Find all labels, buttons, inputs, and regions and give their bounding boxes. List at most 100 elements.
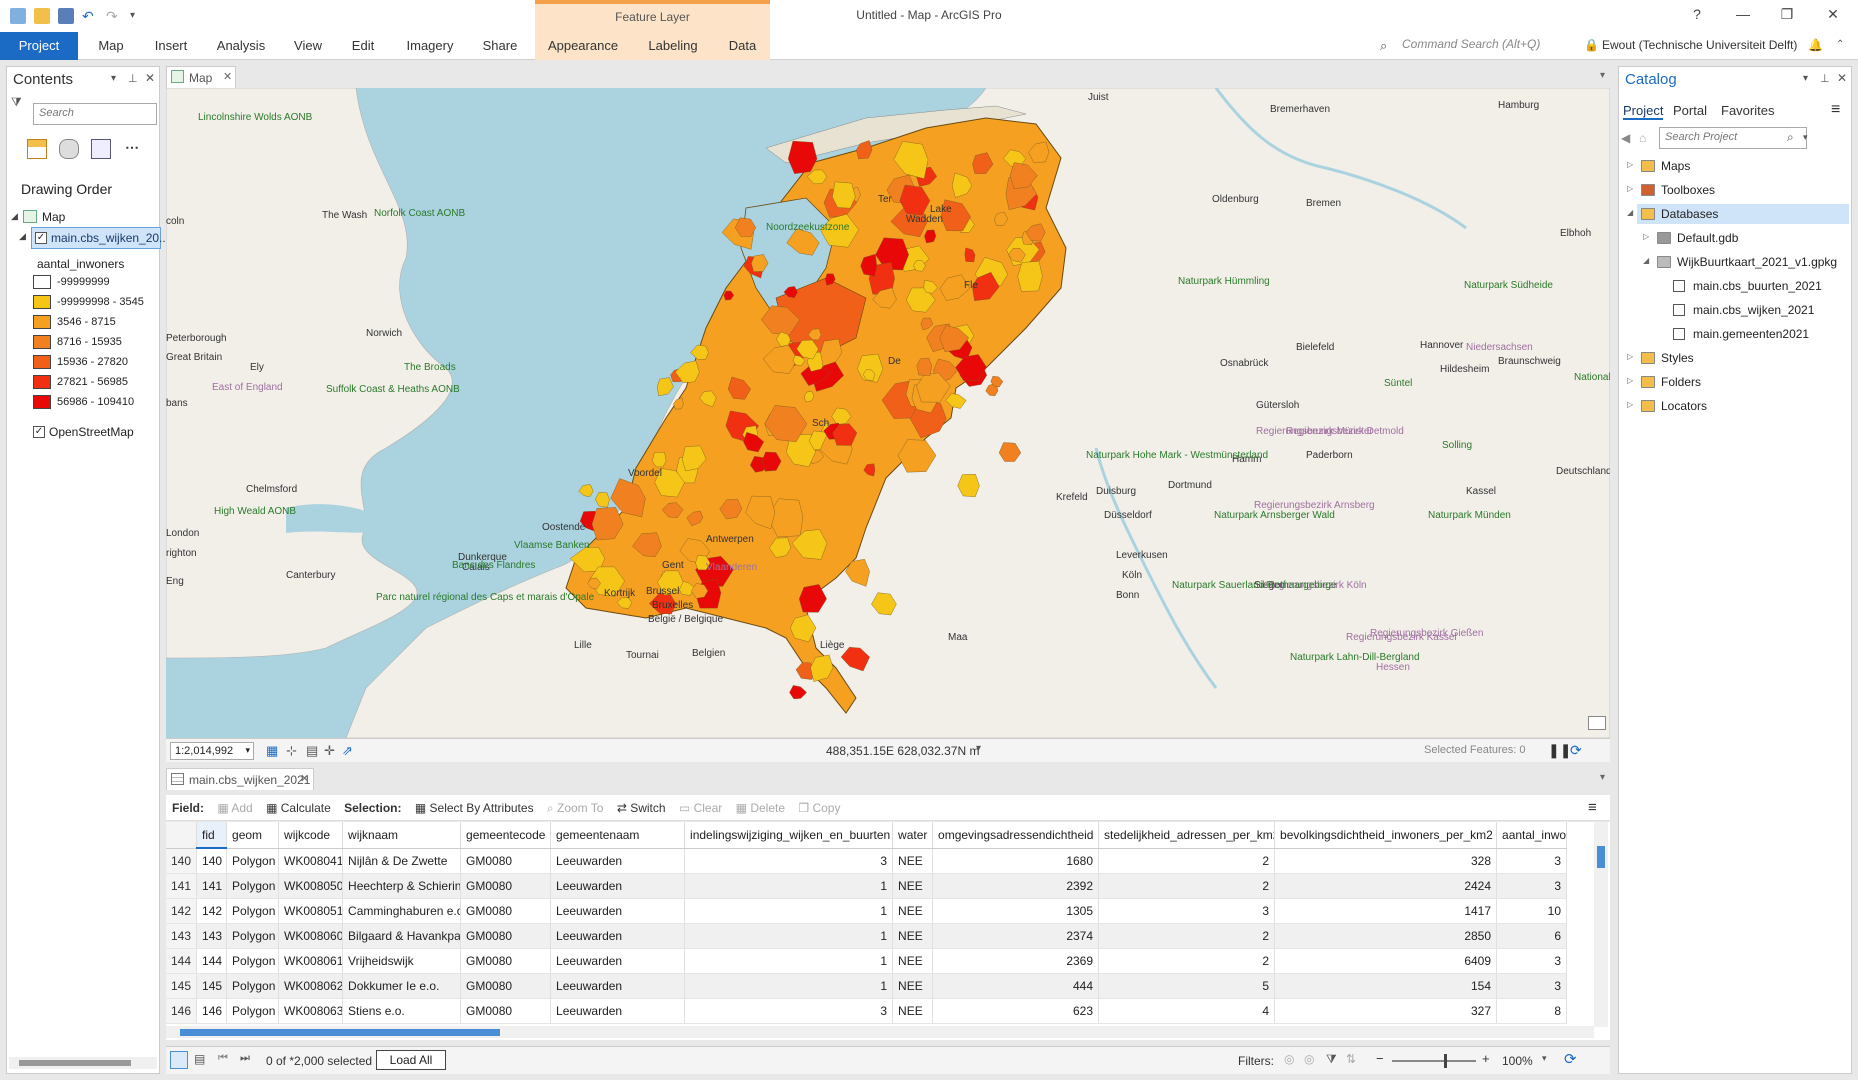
- catalog-close-icon[interactable]: ✕: [1837, 71, 1847, 85]
- pause-drawing-icon[interactable]: ❚❚: [1548, 742, 1571, 759]
- cell-fid[interactable]: 141: [196, 873, 228, 899]
- column-header-aantal-inwo[interactable]: aantal_inwo: [1496, 822, 1568, 849]
- legend-swatch[interactable]: [33, 295, 51, 309]
- cell-fid[interactable]: 143: [196, 923, 228, 949]
- table-icon[interactable]: [1673, 304, 1685, 316]
- cell-indeling[interactable]: 1: [684, 873, 894, 899]
- cell-omgeving[interactable]: 1680: [932, 848, 1100, 874]
- customize-quick-access-icon[interactable]: ▾: [130, 8, 146, 24]
- cell-bevolking[interactable]: 154: [1274, 973, 1498, 999]
- list-by-data-source-icon[interactable]: [59, 139, 79, 159]
- catalog-tab-favorites[interactable]: Favorites: [1721, 103, 1774, 118]
- cell-indeling[interactable]: 3: [684, 848, 894, 874]
- cell-water[interactable]: NEE: [892, 848, 934, 874]
- table-row[interactable]: 146 146 Polygon WK008063 Stiens e.o. GM0080 Le…: [166, 998, 1568, 1024]
- redo-icon[interactable]: ↷: [106, 8, 122, 24]
- cell-aantal[interactable]: 6: [1496, 923, 1568, 949]
- catalog-item-folders[interactable]: Folders: [1661, 375, 1701, 389]
- contents-horizontal-scrollbar[interactable]: [9, 1057, 157, 1069]
- cell-gemeentecode[interactable]: GM0080: [460, 923, 552, 949]
- cell-omgeving[interactable]: 623: [932, 998, 1100, 1024]
- column-header-stedelijkheid-adressen-per-km2[interactable]: stedelijkheid_adressen_per_km2: [1098, 822, 1276, 849]
- basemap-visibility-checkbox[interactable]: ✓: [33, 426, 45, 438]
- cell-aantal[interactable]: 3: [1496, 873, 1568, 899]
- first-record-icon[interactable]: ⏮: [218, 1052, 228, 1065]
- row-number[interactable]: 145: [166, 973, 198, 999]
- cell-omgeving[interactable]: 2369: [932, 948, 1100, 974]
- collapse-ribbon-icon[interactable]: ⌃: [1836, 39, 1844, 50]
- notification-icon[interactable]: 🔔: [1808, 38, 1823, 52]
- cell-indeling[interactable]: 1: [684, 898, 894, 924]
- tab-attribute-table[interactable]: main.cbs_wijken_2021 ✕: [166, 768, 314, 790]
- zoom-to-button[interactable]: ⌕ Zoom To: [547, 801, 604, 816]
- cell-aantal[interactable]: 3: [1496, 848, 1568, 874]
- tab-map[interactable]: Map: [92, 32, 130, 60]
- cell-gemeentenaam[interactable]: Leeuwarden: [550, 948, 686, 974]
- list-by-drawing-order-icon[interactable]: [27, 139, 47, 159]
- cell-fid[interactable]: 140: [196, 848, 228, 874]
- cell-wijkcode[interactable]: WK008041: [278, 848, 344, 874]
- cell-gemeentenaam[interactable]: Leeuwarden: [550, 923, 686, 949]
- catalog-menu-icon[interactable]: ▾: [1803, 73, 1808, 84]
- command-search-input[interactable]: Command Search (Alt+Q): [1402, 37, 1602, 55]
- range-filter-icon[interactable]: ⇅: [1346, 1052, 1356, 1066]
- wijk-polygon[interactable]: [832, 181, 856, 209]
- cell-bevolking[interactable]: 328: [1274, 848, 1498, 874]
- cell-wijkcode[interactable]: WK008063: [278, 998, 344, 1024]
- legend-swatch[interactable]: [33, 355, 51, 369]
- close-table-tab-icon[interactable]: ✕: [300, 772, 309, 785]
- signed-in-user[interactable]: Ewout (Technische Universiteit Delft): [1602, 38, 1797, 52]
- cell-omgeving[interactable]: 1305: [932, 898, 1100, 924]
- cell-bevolking[interactable]: 2850: [1274, 923, 1498, 949]
- cell-omgeving[interactable]: 444: [932, 973, 1100, 999]
- cell-wijkcode[interactable]: WK008051: [278, 898, 344, 924]
- wijk-polygon[interactable]: [1017, 260, 1043, 292]
- coordinate-format-dropdown[interactable]: ▾: [976, 743, 981, 754]
- cell-water[interactable]: NEE: [892, 973, 934, 999]
- column-header-fid[interactable]: fid: [196, 822, 228, 849]
- contents-search-input[interactable]: Search: [33, 103, 157, 125]
- catalog-search-options-icon[interactable]: ▾: [1803, 132, 1808, 143]
- delete-button[interactable]: ▦ Delete: [736, 801, 785, 815]
- grid-icon[interactable]: ▤: [306, 743, 318, 759]
- catalog-item-main-cbs-buurten-2021[interactable]: main.cbs_buurten_2021: [1693, 279, 1822, 293]
- catalog-item-toolboxes[interactable]: Toolboxes: [1661, 183, 1715, 197]
- cell-wijknaam[interactable]: Stiens e.o.: [342, 998, 462, 1024]
- tree-item-map[interactable]: Map: [42, 210, 65, 224]
- cell-stedelijkheid[interactable]: 4: [1098, 998, 1276, 1024]
- cell-water[interactable]: NEE: [892, 948, 934, 974]
- column-header-indelingswijziging-wijken-en-buurten[interactable]: indelingswijziging_wijken_en_buurten: [684, 822, 894, 849]
- cell-stedelijkheid[interactable]: 2: [1098, 848, 1276, 874]
- zoom-out-icon[interactable]: −: [1376, 1051, 1384, 1066]
- cell-indeling[interactable]: 3: [684, 998, 894, 1024]
- table-horizontal-scrollbar[interactable]: [166, 1026, 1594, 1038]
- cell-water[interactable]: NEE: [892, 873, 934, 899]
- north-arrow-icon[interactable]: ⇗: [342, 743, 353, 759]
- expand-icon[interactable]: ▷: [1627, 376, 1633, 385]
- tab-labeling[interactable]: Labeling: [631, 32, 715, 60]
- catalog-item-maps[interactable]: Maps: [1661, 159, 1690, 173]
- tab-analysis[interactable]: Analysis: [212, 32, 270, 60]
- catalog-item-default-gdb[interactable]: Default.gdb: [1677, 231, 1738, 245]
- catalog-item-wijkbuurtkaart-2021-v1-gpkg[interactable]: WijkBuurtkaart_2021_v1.gpkg: [1677, 255, 1837, 269]
- cell-aantal[interactable]: 10: [1496, 898, 1568, 924]
- last-record-icon[interactable]: ⏭: [240, 1052, 250, 1065]
- tab-data[interactable]: Data: [715, 32, 770, 60]
- tree-item-basemap[interactable]: OpenStreetMap: [49, 425, 134, 439]
- cell-water[interactable]: NEE: [892, 998, 934, 1024]
- cell-wijkcode[interactable]: WK008050: [278, 873, 344, 899]
- table-row[interactable]: 145 145 Polygon WK008062 Dokkumer Ie e.o. GM0…: [166, 973, 1568, 999]
- close-map-tab-icon[interactable]: ✕: [223, 70, 232, 83]
- cell-gemeentecode[interactable]: GM0080: [460, 848, 552, 874]
- cell-stedelijkheid[interactable]: 2: [1098, 873, 1276, 899]
- cell-gemeentenaam[interactable]: Leeuwarden: [550, 973, 686, 999]
- cell-indeling[interactable]: 1: [684, 948, 894, 974]
- table-row[interactable]: 143 143 Polygon WK008060 Bilgaard & Havankpa…: [166, 923, 1568, 949]
- fixed-zoom-icon[interactable]: ▦: [266, 743, 278, 759]
- tab-appearance[interactable]: Appearance: [535, 32, 631, 60]
- tab-edit[interactable]: Edit: [346, 32, 380, 60]
- tab-map-view[interactable]: Map ✕: [166, 66, 236, 88]
- cell-gemeentenaam[interactable]: Leeuwarden: [550, 998, 686, 1024]
- cell-geom[interactable]: Polygon: [226, 898, 280, 924]
- map-view[interactable]: Bremerhaven Hamburg Oldenburg Bremen Hannove…: [166, 88, 1610, 738]
